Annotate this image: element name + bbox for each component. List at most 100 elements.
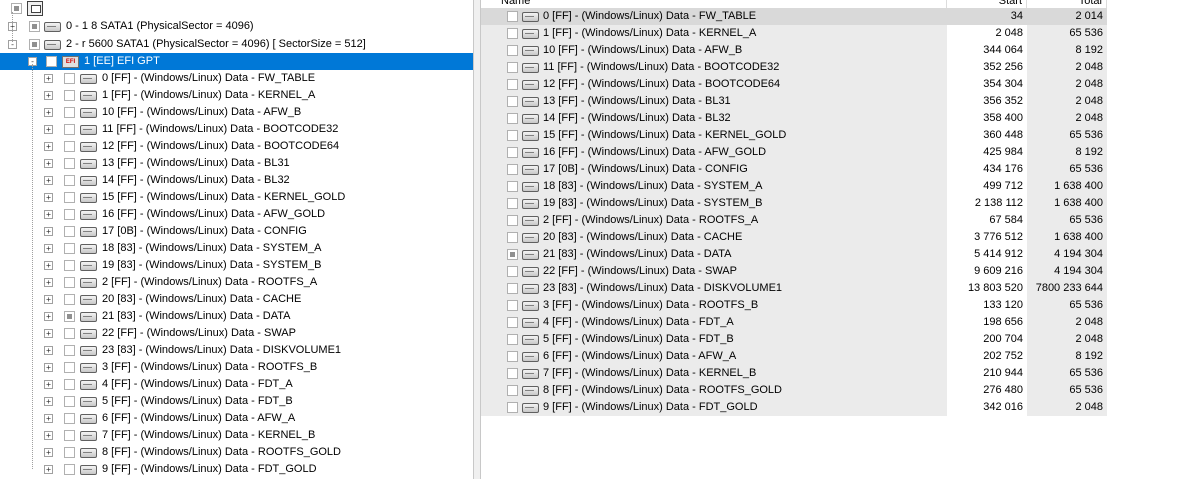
partition-checkbox[interactable] xyxy=(64,73,75,84)
partition-checkbox[interactable] xyxy=(64,464,75,475)
table-row[interactable]: 10 [FF] - (Windows/Linux) Data - AFW_B 34… xyxy=(481,42,1107,59)
partition-checkbox[interactable] xyxy=(64,311,75,322)
partition-checkbox[interactable] xyxy=(64,243,75,254)
partition-checkbox[interactable] xyxy=(64,413,75,424)
table-row[interactable]: 16 [FF] - (Windows/Linux) Data - AFW_GOL… xyxy=(481,144,1107,161)
tree-root-row[interactable] xyxy=(0,0,473,17)
table-row[interactable]: 6 [FF] - (Windows/Linux) Data - AFW_A 202… xyxy=(481,348,1107,365)
disk-checkbox[interactable] xyxy=(29,21,40,32)
partition-checkbox[interactable] xyxy=(64,107,75,118)
row-checkbox[interactable] xyxy=(507,300,518,311)
expand-icon[interactable]: + xyxy=(44,125,53,134)
table-row[interactable]: 18 [83] - (Windows/Linux) Data - SYSTEM_… xyxy=(481,178,1107,195)
tree-partition-row[interactable]: +21 [83] - (Windows/Linux) Data - DATA xyxy=(0,308,473,325)
pane-splitter[interactable] xyxy=(473,0,481,479)
partition-checkbox[interactable] xyxy=(64,209,75,220)
expand-icon[interactable]: + xyxy=(44,414,53,423)
tree-partition-row[interactable]: +22 [FF] - (Windows/Linux) Data - SWAP xyxy=(0,325,473,342)
row-checkbox[interactable] xyxy=(507,266,518,277)
row-checkbox[interactable] xyxy=(507,334,518,345)
expand-icon[interactable]: + xyxy=(44,244,53,253)
expand-icon[interactable]: + xyxy=(44,329,53,338)
row-checkbox[interactable] xyxy=(507,317,518,328)
table-row[interactable]: 1 [FF] - (Windows/Linux) Data - KERNEL_A… xyxy=(481,25,1107,42)
row-checkbox[interactable] xyxy=(507,402,518,413)
tree-partition-row[interactable]: +14 [FF] - (Windows/Linux) Data - BL32 xyxy=(0,172,473,189)
table-row[interactable]: 11 [FF] - (Windows/Linux) Data - BOOTCOD… xyxy=(481,59,1107,76)
expand-icon[interactable]: + xyxy=(44,397,53,406)
tree-disk-row[interactable]: + 0 - 1 8 SATA1 (PhysicalSector = 4096) xyxy=(0,18,473,35)
tree-partition-row[interactable]: +12 [FF] - (Windows/Linux) Data - BOOTCO… xyxy=(0,138,473,155)
tree-partition-row[interactable]: +4 [FF] - (Windows/Linux) Data - FDT_A xyxy=(0,376,473,393)
partition-checkbox[interactable] xyxy=(64,260,75,271)
row-checkbox[interactable] xyxy=(507,113,518,124)
tree-partition-row[interactable]: +10 [FF] - (Windows/Linux) Data - AFW_B xyxy=(0,104,473,121)
partition-table[interactable]: Name ^ Start Total 0 [FF] - (Windows/Lin… xyxy=(481,0,1183,479)
column-header-total[interactable]: Total xyxy=(1027,0,1107,8)
expand-icon[interactable]: + xyxy=(44,193,53,202)
tree-partition-row[interactable]: +15 [FF] - (Windows/Linux) Data - KERNEL… xyxy=(0,189,473,206)
efi-checkbox[interactable] xyxy=(46,56,57,67)
expand-icon[interactable]: + xyxy=(44,380,53,389)
tree-partition-row[interactable]: +7 [FF] - (Windows/Linux) Data - KERNEL_… xyxy=(0,427,473,444)
tree-partition-row[interactable]: +1 [FF] - (Windows/Linux) Data - KERNEL_… xyxy=(0,87,473,104)
partition-checkbox[interactable] xyxy=(64,158,75,169)
row-checkbox[interactable] xyxy=(507,96,518,107)
row-checkbox[interactable] xyxy=(507,249,518,260)
row-checkbox[interactable] xyxy=(507,232,518,243)
row-checkbox[interactable] xyxy=(507,351,518,362)
partition-checkbox[interactable] xyxy=(64,396,75,407)
row-checkbox[interactable] xyxy=(507,62,518,73)
expand-icon[interactable]: + xyxy=(44,431,53,440)
tree-partition-row[interactable]: +16 [FF] - (Windows/Linux) Data - AFW_GO… xyxy=(0,206,473,223)
row-checkbox[interactable] xyxy=(507,215,518,226)
column-header-name[interactable]: Name ^ xyxy=(481,0,947,8)
partition-checkbox[interactable] xyxy=(64,90,75,101)
row-checkbox[interactable] xyxy=(507,385,518,396)
table-row[interactable]: 22 [FF] - (Windows/Linux) Data - SWAP 9 6… xyxy=(481,263,1107,280)
tree-partition-row[interactable]: +18 [83] - (Windows/Linux) Data - SYSTEM… xyxy=(0,240,473,257)
tree-partition-row[interactable]: +5 [FF] - (Windows/Linux) Data - FDT_B xyxy=(0,393,473,410)
partition-checkbox[interactable] xyxy=(64,226,75,237)
tree-partition-row[interactable]: +13 [FF] - (Windows/Linux) Data - BL31 xyxy=(0,155,473,172)
table-row[interactable]: 4 [FF] - (Windows/Linux) Data - FDT_A 198… xyxy=(481,314,1107,331)
partition-checkbox[interactable] xyxy=(64,430,75,441)
tree-partition-row[interactable]: +23 [83] - (Windows/Linux) Data - DISKVO… xyxy=(0,342,473,359)
expand-icon[interactable]: + xyxy=(44,278,53,287)
column-header-start[interactable]: Start xyxy=(947,0,1027,8)
row-checkbox[interactable] xyxy=(507,130,518,141)
table-row[interactable]: 0 [FF] - (Windows/Linux) Data - FW_TABLE… xyxy=(481,8,1107,25)
tree-partition-row[interactable]: +9 [FF] - (Windows/Linux) Data - FDT_GOL… xyxy=(0,461,473,478)
partition-checkbox[interactable] xyxy=(64,379,75,390)
row-checkbox[interactable] xyxy=(507,181,518,192)
expand-icon[interactable]: + xyxy=(44,363,53,372)
expand-icon[interactable]: + xyxy=(44,74,53,83)
table-row[interactable]: 12 [FF] - (Windows/Linux) Data - BOOTCOD… xyxy=(481,76,1107,93)
partition-checkbox[interactable] xyxy=(64,447,75,458)
tree-partition-row[interactable]: +20 [83] - (Windows/Linux) Data - CACHE xyxy=(0,291,473,308)
row-checkbox[interactable] xyxy=(507,198,518,209)
table-row[interactable]: 13 [FF] - (Windows/Linux) Data - BL31 356… xyxy=(481,93,1107,110)
table-row[interactable]: 20 [83] - (Windows/Linux) Data - CACHE 3 … xyxy=(481,229,1107,246)
tree-partition-row[interactable]: +19 [83] - (Windows/Linux) Data - SYSTEM… xyxy=(0,257,473,274)
expand-icon[interactable]: + xyxy=(44,108,53,117)
expand-icon[interactable]: + xyxy=(44,91,53,100)
table-row[interactable]: 14 [FF] - (Windows/Linux) Data - BL32 358… xyxy=(481,110,1107,127)
table-row[interactable]: 23 [83] - (Windows/Linux) Data - DISKVOL… xyxy=(481,280,1107,297)
table-row[interactable]: 5 [FF] - (Windows/Linux) Data - FDT_B 200… xyxy=(481,331,1107,348)
expand-icon[interactable]: + xyxy=(44,312,53,321)
disk-checkbox[interactable] xyxy=(29,39,40,50)
tree-efi-row[interactable]: - EFI 1 [EE] EFI GPT xyxy=(0,53,473,70)
partition-checkbox[interactable] xyxy=(64,362,75,373)
partition-checkbox[interactable] xyxy=(64,328,75,339)
table-row[interactable]: 7 [FF] - (Windows/Linux) Data - KERNEL_B… xyxy=(481,365,1107,382)
partition-checkbox[interactable] xyxy=(64,175,75,186)
partition-checkbox[interactable] xyxy=(64,294,75,305)
expand-icon[interactable]: + xyxy=(44,176,53,185)
expand-icon[interactable]: + xyxy=(44,159,53,168)
row-checkbox[interactable] xyxy=(507,28,518,39)
table-row[interactable]: 15 [FF] - (Windows/Linux) Data - KERNEL_… xyxy=(481,127,1107,144)
expand-icon[interactable]: + xyxy=(44,448,53,457)
row-checkbox[interactable] xyxy=(507,45,518,56)
partition-checkbox[interactable] xyxy=(64,345,75,356)
